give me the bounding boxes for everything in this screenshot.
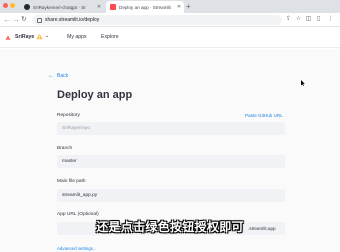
reload-icon[interactable]: ↻ bbox=[21, 14, 27, 26]
share-icon[interactable]: ⇪ bbox=[285, 16, 292, 23]
chevron-down-icon[interactable]: ⌄ bbox=[45, 33, 49, 39]
nav-my-apps[interactable]: My apps bbox=[67, 34, 87, 40]
close-icon[interactable]: ✕ bbox=[96, 4, 102, 10]
close-icon[interactable]: ✕ bbox=[176, 4, 182, 10]
extension-icon[interactable]: ◫ bbox=[305, 16, 312, 23]
bookmark-star-icon[interactable]: ☆ bbox=[295, 16, 302, 23]
paste-github-url-link[interactable]: Paste GitHub URL bbox=[245, 113, 283, 118]
app-header: SriRaye ⌄ My apps Explore bbox=[0, 28, 340, 48]
streamlit-logo-icon[interactable] bbox=[5, 35, 11, 41]
page-title: Deploy an app bbox=[57, 89, 133, 101]
advanced-settings-link[interactable]: Advanced settings... bbox=[57, 246, 97, 251]
main-file-label: Main file path bbox=[57, 179, 86, 184]
repository-label: Repository bbox=[57, 113, 80, 118]
forward-arrow-icon[interactable]: → bbox=[12, 14, 20, 26]
main-file-input[interactable]: streamlit_app.py bbox=[57, 189, 285, 202]
streamlit-favicon-icon bbox=[110, 4, 116, 10]
url-bar[interactable]: share.streamlit.io/deploy bbox=[32, 15, 282, 25]
back-link[interactable]: ← Back bbox=[48, 73, 68, 79]
branch-label: Branch bbox=[57, 146, 73, 151]
browser-tab-strip: SriRaykemeri-chatgpt · Sr ✕ Deploy an ap… bbox=[0, 0, 340, 13]
window-minimize-button[interactable] bbox=[10, 3, 15, 8]
tab-title: Deploy an app · Streamlit bbox=[119, 4, 171, 10]
url-text: share.streamlit.io/deploy bbox=[45, 17, 100, 23]
browser-tab-deploy[interactable]: Deploy an app · Streamlit ✕ bbox=[106, 1, 184, 13]
mouse-cursor-icon bbox=[301, 80, 305, 86]
workspace-name[interactable]: SriRaye bbox=[15, 34, 34, 40]
back-arrow-icon[interactable]: ← bbox=[3, 14, 11, 26]
app-url-label: App URL (Optional) bbox=[57, 212, 99, 217]
tab-title: SriRaykemeri-chatgpt · Sr bbox=[33, 4, 86, 10]
window-close-button[interactable] bbox=[3, 3, 8, 8]
arrow-left-icon: ← bbox=[48, 73, 54, 79]
video-subtitle: 还是点击绿色按钮授权即可 bbox=[96, 220, 244, 234]
nav-explore[interactable]: Explore bbox=[101, 34, 119, 40]
sidebar-icon[interactable]: ▯ bbox=[315, 16, 322, 23]
back-label: Back bbox=[57, 73, 69, 79]
more-menu-icon[interactable]: ⋮ bbox=[327, 16, 334, 23]
new-tab-button[interactable]: + bbox=[186, 1, 191, 12]
repository-input[interactable]: SriRaye/repo bbox=[57, 122, 285, 135]
github-favicon-icon bbox=[24, 4, 30, 10]
branch-input[interactable]: master bbox=[57, 155, 285, 168]
site-info-icon[interactable] bbox=[37, 17, 42, 23]
address-bar-row: ← → ↻ share.streamlit.io/deploy ⇪ ☆ ◫ ▯ … bbox=[0, 13, 340, 27]
browser-tab-github[interactable]: SriRaykemeri-chatgpt · Sr ✕ bbox=[20, 1, 104, 13]
warning-icon[interactable] bbox=[36, 33, 43, 40]
